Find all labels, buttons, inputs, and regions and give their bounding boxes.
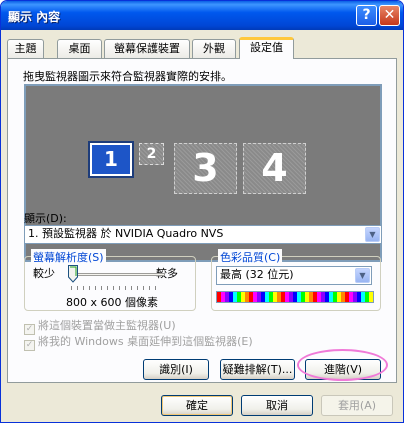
color-quality-value: 最高 (32 位元) (220, 268, 294, 281)
tab-settings[interactable]: 設定值 (239, 37, 294, 59)
resolution-less: 較少 (33, 267, 55, 280)
resolution-ticks (71, 286, 161, 290)
tab-appearance[interactable]: 外觀 (192, 39, 236, 58)
chevron-down-icon[interactable]: ▼ (355, 268, 370, 283)
window-title: 顯示 內容 (8, 10, 61, 24)
highlight-circle (297, 349, 388, 381)
display-select-value: 1. 預設監視器 於 NVIDIA Quadro NVS (28, 227, 224, 240)
instruction-text: 拖曳監視器圖示來符合監視器實際的安排。 (23, 70, 232, 83)
monitor-1[interactable]: 1 (88, 141, 134, 178)
color-quality-select[interactable]: 最高 (32 位元) ▼ (216, 266, 372, 285)
tab-screensaver[interactable]: 螢幕保護裝置 (104, 39, 190, 58)
troubleshoot-button[interactable]: 疑難排解(T)... (220, 359, 295, 380)
help-button[interactable]: ? (356, 5, 377, 26)
color-quality-title: 色彩品質(C) (218, 249, 283, 265)
cancel-button[interactable]: 取消 (241, 395, 313, 416)
tab-desktop[interactable]: 桌面 (57, 39, 102, 58)
display-select[interactable]: 1. 預設監視器 於 NVIDIA Quadro NVS ▼ (24, 225, 382, 244)
checkbox-extend-desktop[interactable]: ✓ 將我的 Windows 桌面延伸到這個監視器(E) (24, 333, 253, 351)
settings-panel: 拖曳監視器圖示來符合監視器實際的安排。 1 2 3 4 顯示(D): 1. 預設… (7, 58, 397, 383)
monitor-3[interactable]: 3 (174, 143, 237, 194)
checkbox-check-icon[interactable]: ✓ (24, 340, 35, 351)
monitor-4[interactable]: 4 (243, 143, 306, 194)
apply-button[interactable]: 套用(A) (321, 395, 393, 416)
resolution-title: 螢幕解析度(S) (31, 249, 106, 265)
checkbox-primary-label: 將這個裝置當做主監視器(U) (38, 319, 176, 332)
tab-themes[interactable]: 主題 (7, 39, 44, 58)
ok-button[interactable]: 確定 (161, 395, 233, 416)
identify-button[interactable]: 識別(I) (143, 359, 209, 380)
title-bar[interactable]: 顯示 內容 ? ✕ (1, 1, 403, 30)
resolution-slider-track[interactable] (70, 273, 165, 276)
monitor-2[interactable]: 2 (139, 143, 164, 165)
color-palette-preview (216, 291, 374, 303)
display-label: 顯示(D): (24, 212, 67, 225)
chevron-down-icon[interactable]: ▼ (365, 227, 380, 242)
checkbox-extend-label: 將我的 Windows 桌面延伸到這個監視器(E) (38, 335, 253, 348)
display-properties-window: 顯示 內容 ? ✕ 主題 桌面 螢幕保護裝置 外觀 設定值 拖曳監視器圖示來符合… (0, 0, 404, 423)
resolution-slider-thumb[interactable] (68, 265, 78, 283)
close-button[interactable]: ✕ (379, 5, 400, 26)
resolution-value: 800 x 600 個像素 (66, 296, 158, 309)
